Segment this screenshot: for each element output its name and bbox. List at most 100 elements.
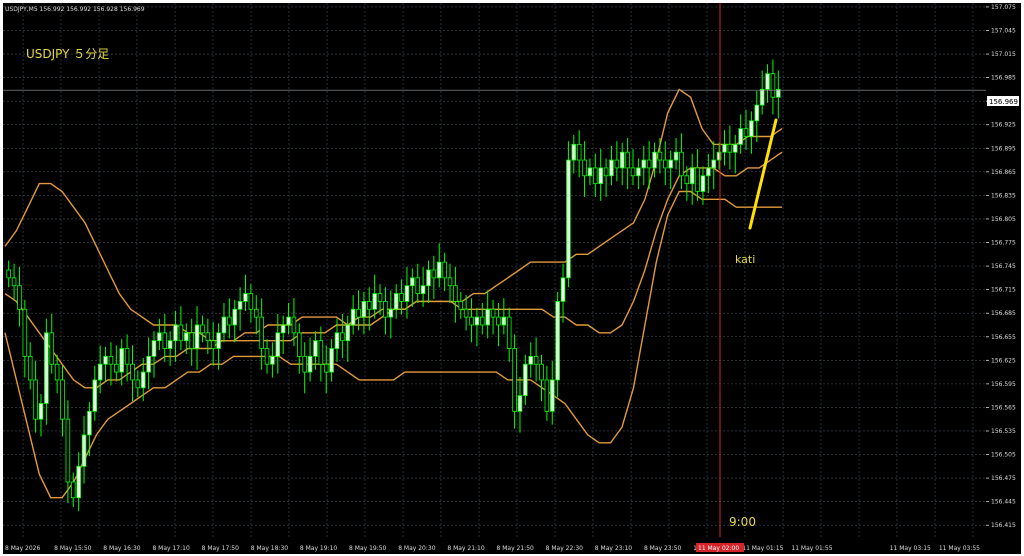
candle-body [501,316,507,326]
time-tick-label: 11 May 03:15 [890,545,931,552]
time-tick-label: 8 May 22:30 [546,545,584,552]
candle-body [17,285,22,310]
candle-body [636,167,641,177]
candle-body [431,269,437,279]
candle-body [114,363,119,373]
candle-body [38,403,44,420]
time-tick-label: 8 May 21:10 [447,545,485,552]
time-tick-label: 8 May 18:30 [251,545,289,552]
candle-body [157,332,162,342]
candle-body [603,167,609,177]
candle-body [103,355,108,365]
candle-body [738,128,743,145]
candle-body [663,159,668,169]
price-tick-label: 156.565 [991,404,1016,411]
candle-body [770,73,776,98]
candle-body [49,332,55,365]
candle-body [313,340,318,357]
candle-body [463,308,469,318]
price-tick-label: 156.745 [991,263,1016,270]
candle-body [749,120,754,137]
candle-body [189,332,194,349]
price-tick-label: 157.015 [991,51,1016,58]
candle-body [684,175,690,185]
candle-body [65,418,71,483]
chart-label: USDJPY ５分足 [26,47,109,61]
candle-body [146,355,151,373]
candle-body [593,167,598,185]
price-tick-label: 157.075 [991,4,1016,11]
candle-body [361,301,367,318]
candle-body [329,348,334,373]
candle-body [22,308,28,357]
candle-body [528,355,534,365]
candle-body [512,348,517,412]
candle-body [442,261,447,279]
candle-body [372,293,377,310]
time-tick-label: 8 May 2026 [5,545,40,552]
candle-body [576,143,582,161]
price-chart[interactable]: 157.075157.045157.015156.985156.955156.9… [0,0,1024,556]
candle-body [630,167,636,177]
price-tick-label: 156.835 [991,192,1016,199]
candle-body [216,332,221,349]
candle-body [410,277,415,287]
candle-body [641,159,647,169]
time-tick-label: 11 May 03:55 [939,545,980,552]
candle-body [280,324,286,334]
candle-body [727,143,733,153]
candle-body [345,324,351,342]
time-tick-label: 8 May 19:50 [349,545,387,552]
time-tick-label: 8 May 23:50 [644,545,682,552]
candle-body [533,355,539,365]
time-tick-label: 11 May 01:55 [791,545,832,552]
candle-body [549,379,555,412]
candle-body [81,434,87,467]
candle-body [307,355,313,373]
candle-body [646,159,652,169]
candle-body [695,167,700,192]
time-tick-label: 8 May 19:10 [300,545,338,552]
candle-body [70,481,76,499]
time-tick-label: 8 May 16:30 [103,545,141,552]
price-tick-label: 156.925 [991,122,1016,129]
price-tick-label: 156.775 [991,240,1016,247]
candle-body [334,332,340,349]
price-tick-label: 156.895 [991,145,1016,152]
candle-body [759,88,765,106]
candle-body [227,316,232,326]
candle-body [140,371,146,389]
price-tick-label: 156.535 [991,428,1016,435]
candle-body [178,324,184,342]
candle-body [393,293,399,310]
candle-body [679,151,684,177]
symbol-info: USDJPY,M5 156.992 156.992 156.928 156.96… [5,6,145,13]
candle-body [60,379,65,420]
candle-body [743,128,749,137]
time-tick-label: 8 May 20:30 [398,545,436,552]
candle-body [453,285,458,302]
candle-body [668,159,673,169]
candle-body [340,332,345,342]
candle-body [135,379,141,389]
time-tick-label: 8 May 17:50 [202,545,240,552]
candle-body [200,324,205,334]
candle-body [264,348,270,365]
candle-body [555,301,560,381]
price-tick-label: 156.625 [991,357,1016,364]
candle-body [54,363,60,381]
candle-body [151,340,157,357]
candle-body [420,285,426,294]
candle-body [237,301,243,310]
candle-body [130,363,135,381]
candle-body [765,73,770,90]
annotation-kati: kati [735,253,755,266]
plot-area [3,3,986,537]
price-tick-label: 156.805 [991,216,1016,223]
price-tick-label: 156.985 [991,75,1016,82]
candle-body [447,277,453,287]
candle-body [243,293,248,302]
price-tick-label: 156.505 [991,452,1016,459]
candle-body [523,363,528,397]
candle-body [184,332,189,342]
